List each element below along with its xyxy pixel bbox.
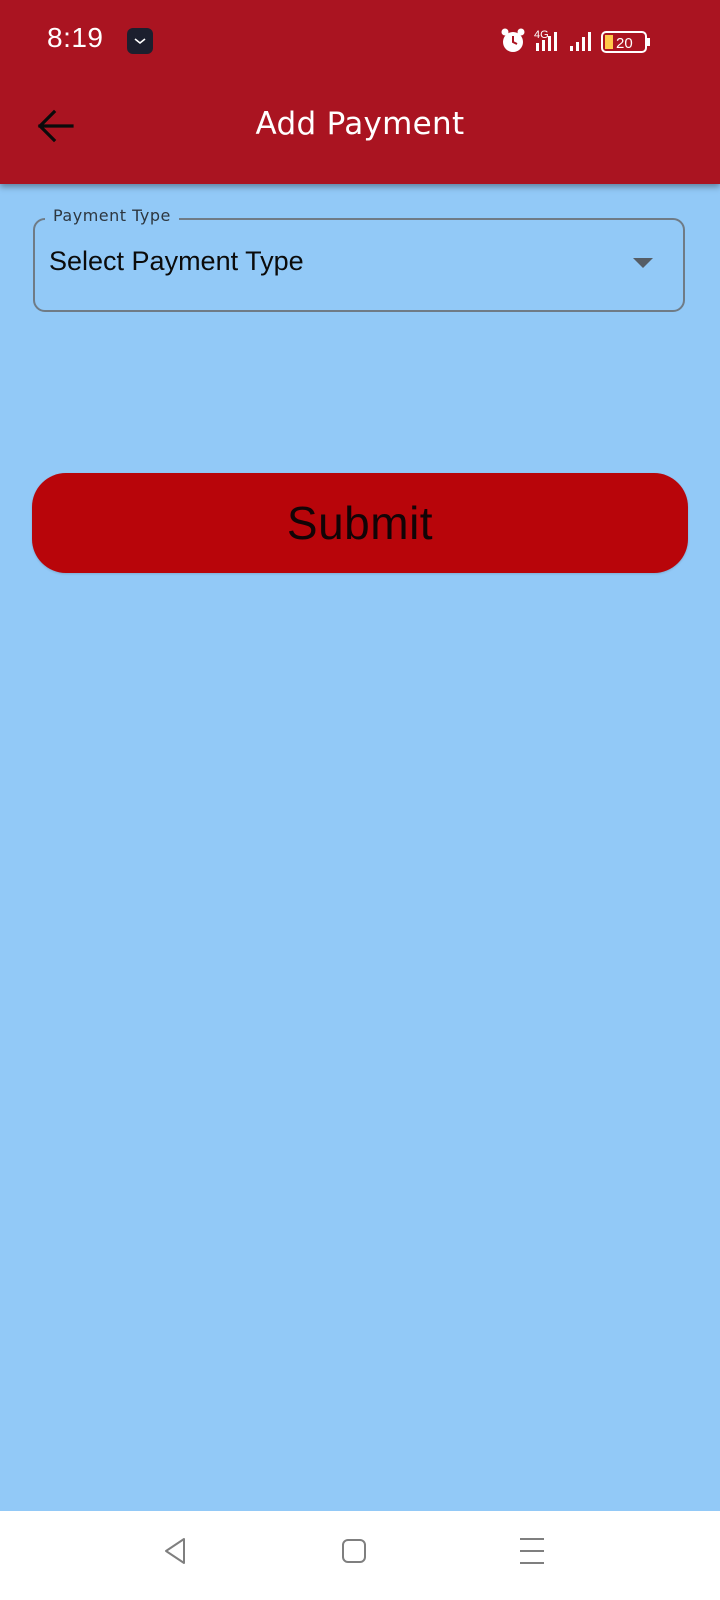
page-title: Add Payment [255, 106, 465, 142]
home-square-icon [342, 1539, 366, 1563]
signal-icon [570, 32, 591, 51]
status-time: 8:19 [47, 22, 104, 53]
svg-text:20: 20 [616, 35, 633, 52]
alarm-icon [501, 28, 525, 52]
menu-lines-icon [520, 1538, 544, 1564]
app-header: 8:19 4G 20 Add Payment [0, 0, 720, 184]
status-icons: 4G 20 [501, 28, 650, 53]
payment-type-value: Select Payment Type [49, 246, 304, 276]
battery-icon: 20 [601, 31, 650, 53]
svg-text:4G: 4G [534, 29, 549, 41]
dropdown-arrow-icon [633, 258, 653, 268]
app-notification-icon [127, 28, 153, 54]
nav-home-button[interactable] [334, 1531, 374, 1571]
payment-type-dropdown[interactable]: Payment Type Select Payment Type [33, 206, 685, 312]
nav-menu-button[interactable] [512, 1531, 552, 1571]
screen: 8:19 4G 20 Add Payment Payment Type Sele… [0, 0, 720, 1600]
submit-button[interactable]: Submit [32, 473, 688, 573]
nav-back-button[interactable] [156, 1531, 196, 1571]
back-triangle-icon [165, 1538, 185, 1564]
payment-type-label: Payment Type [45, 206, 179, 225]
navigation-bar [0, 1511, 720, 1600]
signal-4g-icon: 4G [534, 29, 557, 51]
